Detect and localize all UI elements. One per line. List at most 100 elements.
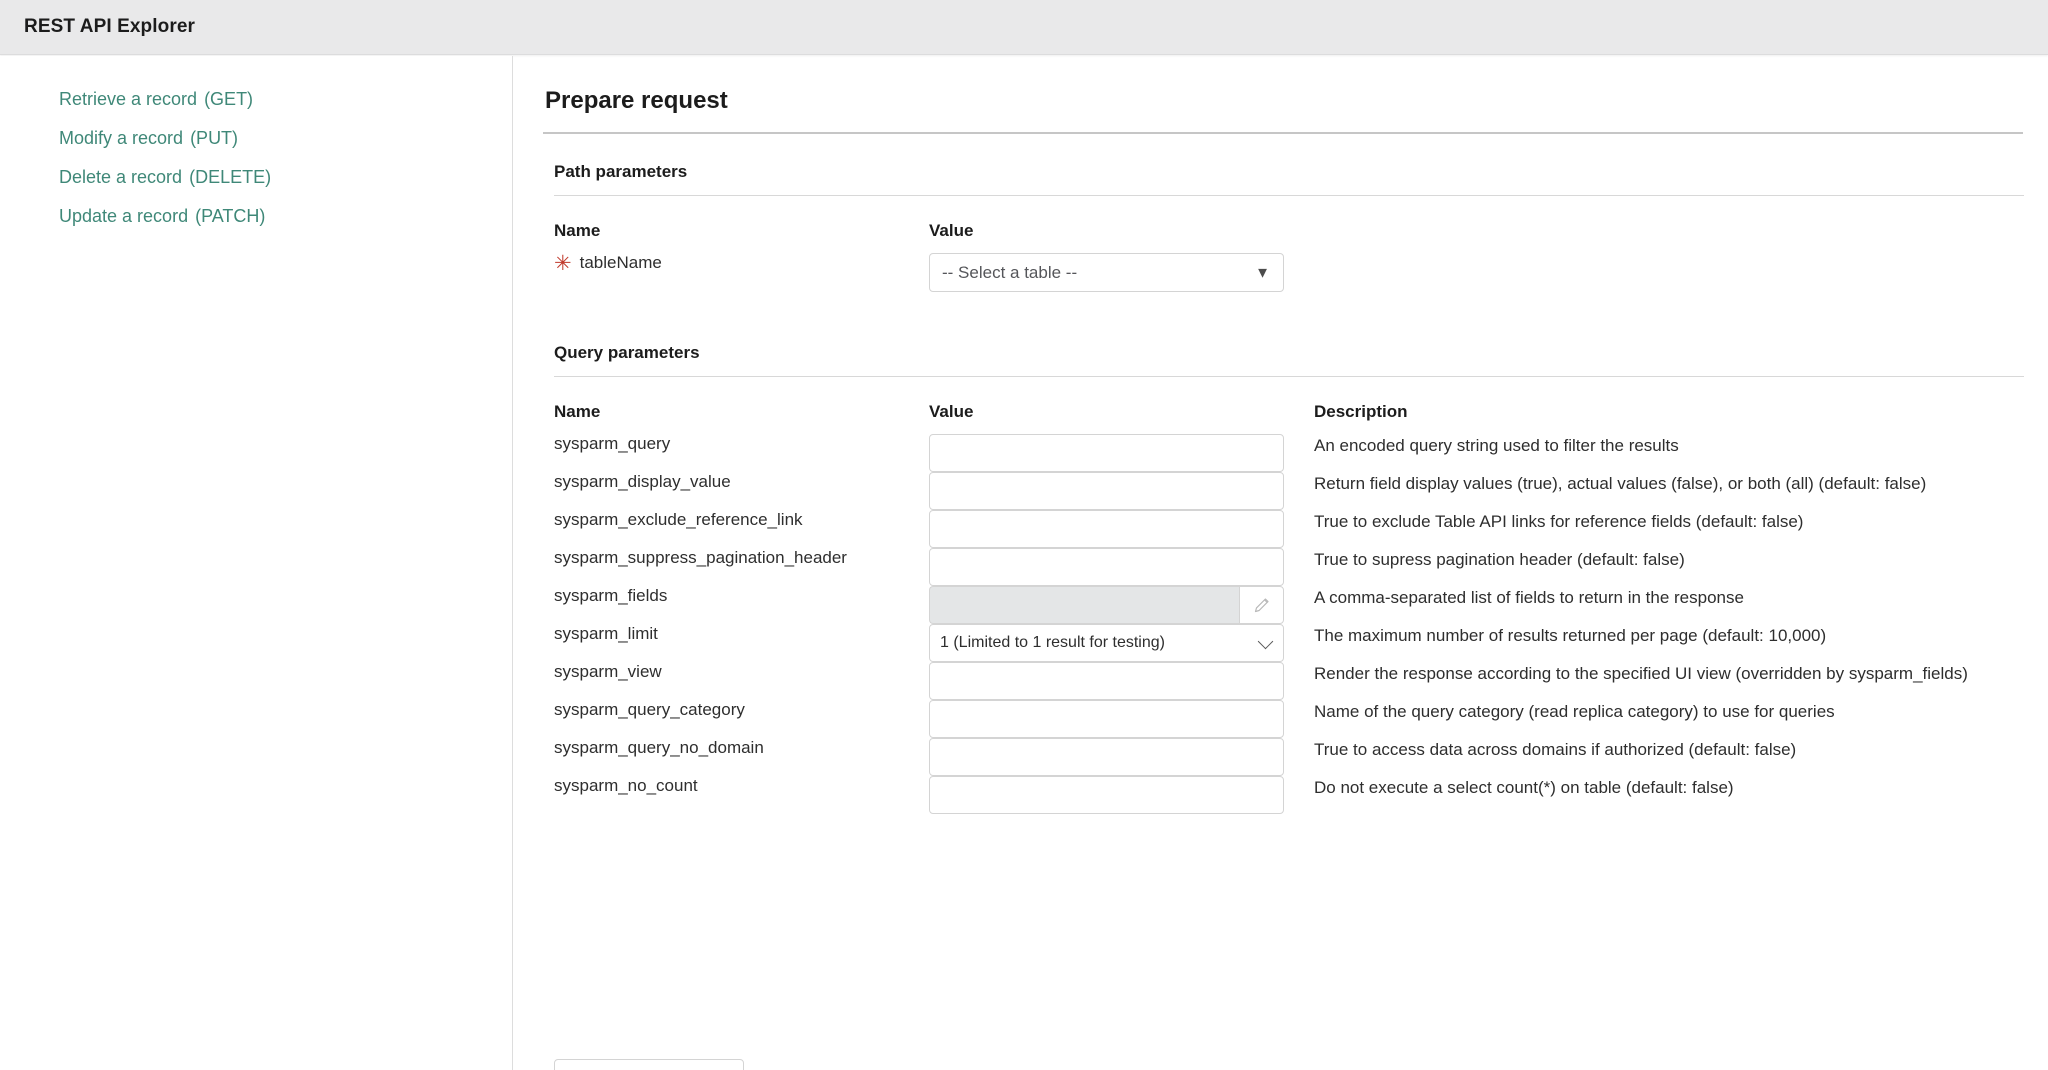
param-name-label: sysparm_query_category — [554, 700, 745, 719]
column-header-spacer — [1314, 196, 2024, 253]
tablename-select-value: -- Select a table -- — [942, 263, 1077, 282]
tablename-select[interactable]: -- Select a table -- ▼ — [929, 253, 1284, 292]
param-desc-empty-cell — [1314, 253, 2024, 315]
query-parameters-heading: Query parameters — [554, 343, 2048, 363]
param-name-label: sysparm_view — [554, 662, 662, 681]
query-parameters-body: sysparm_query An encoded query string use… — [554, 434, 2024, 814]
sidebar-item-verb: (PATCH) — [195, 206, 265, 226]
param-name-cell: sysparm_no_count — [554, 776, 929, 814]
sidebar-nav: Retrieve a record (GET) Modify a record (P… — [0, 56, 513, 1070]
sidebar-item-verb: (PUT) — [190, 128, 238, 148]
chevron-down-icon: ▼ — [1255, 265, 1270, 280]
param-value-input[interactable] — [929, 548, 1284, 586]
table-header-row: Name Value — [554, 196, 2024, 253]
sysparm-fields-group — [929, 586, 1284, 624]
table-row: sysparm_query_category Name of the query … — [554, 700, 2024, 738]
param-value-cell: 1 (Limited to 1 result for testing) — [929, 624, 1314, 662]
add-query-parameter-button[interactable]: Add query parameter — [554, 1059, 744, 1070]
sidebar-item-retrieve-a-record[interactable]: Retrieve a record (GET) — [0, 80, 512, 119]
param-description-cell: An encoded query string used to filter t… — [1314, 434, 2024, 472]
sidebar-item-verb: (GET) — [204, 89, 253, 109]
sidebar-item-label: Modify a record — [59, 128, 183, 148]
param-value-input[interactable] — [929, 738, 1284, 776]
body-wrapper: Retrieve a record (GET) Modify a record (P… — [0, 56, 2048, 1070]
param-name-cell: sysparm_fields — [554, 586, 929, 624]
sysparm-limit-select-value: 1 (Limited to 1 result for testing) — [940, 634, 1165, 651]
param-name-label: sysparm_query_no_domain — [554, 738, 764, 757]
column-header-value: Value — [929, 196, 1314, 253]
param-value-cell — [929, 662, 1314, 700]
required-asterisk-icon: ✳ — [554, 253, 572, 274]
param-value-input[interactable] — [929, 700, 1284, 738]
param-value-cell — [929, 548, 1314, 586]
sidebar-item-update-a-record[interactable]: Update a record(PATCH) — [0, 197, 512, 236]
sysparm-fields-edit-button[interactable] — [1239, 586, 1284, 624]
pencil-icon — [1252, 595, 1272, 615]
param-description-cell: Return field display values (true), actu… — [1314, 472, 2024, 510]
param-value-cell — [929, 700, 1314, 738]
path-parameters-table: Name Value ✳tableName -- Select a table … — [554, 196, 2024, 315]
table-row: ✳tableName -- Select a table -- ▼ — [554, 253, 2024, 315]
main-content: Prepare request Path parameters Name Val… — [513, 56, 2048, 1070]
table-header-row: Name Value Description — [554, 377, 2024, 434]
param-name-label: sysparm_query — [554, 434, 670, 453]
param-name-tablename-cell: ✳tableName — [554, 253, 929, 315]
param-value-cell — [929, 776, 1314, 814]
param-name-label: sysparm_limit — [554, 624, 658, 643]
table-row: sysparm_display_value Return field displa… — [554, 472, 2024, 510]
param-description-cell: True to access data across domains if au… — [1314, 738, 2024, 776]
table-row: sysparm_query_no_domain True to access da… — [554, 738, 2024, 776]
param-name-label: sysparm_fields — [554, 586, 667, 605]
sidebar-item-label: Delete a record — [59, 167, 182, 187]
column-header-name: Name — [554, 196, 929, 253]
sysparm-limit-select[interactable]: 1 (Limited to 1 result for testing) — [929, 624, 1284, 662]
param-description-cell: A comma-separated list of fields to retu… — [1314, 586, 2024, 624]
column-header-description: Description — [1314, 377, 2024, 434]
page-title: REST API Explorer — [24, 16, 195, 38]
path-parameters-heading: Path parameters — [554, 162, 2048, 182]
table-row: sysparm_exclude_reference_link True to ex… — [554, 510, 2024, 548]
param-description-cell: The maximum number of results returned p… — [1314, 624, 2024, 662]
param-name-cell: sysparm_query_no_domain — [554, 738, 929, 776]
param-value-cell — [929, 434, 1314, 472]
param-value-cell — [929, 738, 1314, 776]
param-name-cell: sysparm_view — [554, 662, 929, 700]
sidebar-item-label: Retrieve a record — [59, 89, 197, 109]
param-description-cell: True to exclude Table API links for refe… — [1314, 510, 2024, 548]
param-name-cell: sysparm_limit — [554, 624, 929, 662]
table-row: sysparm_query An encoded query string use… — [554, 434, 2024, 472]
param-value-input[interactable] — [929, 776, 1284, 814]
param-value-input[interactable] — [929, 434, 1284, 472]
chevron-down-icon — [1258, 634, 1274, 650]
table-row: sysparm_suppress_pagination_header True t… — [554, 548, 2024, 586]
param-description-cell: True to supress pagination header (defau… — [1314, 548, 2024, 586]
param-name-cell: sysparm_exclude_reference_link — [554, 510, 929, 548]
param-name-cell: sysparm_query_category — [554, 700, 929, 738]
param-name-label: sysparm_no_count — [554, 776, 698, 795]
table-row: sysparm_fields A comma-separated list of … — [554, 586, 2024, 624]
param-name-label: sysparm_exclude_reference_link — [554, 510, 803, 529]
param-description-cell: Name of the query category (read replica… — [1314, 700, 2024, 738]
column-header-name: Name — [554, 377, 929, 434]
param-value-input[interactable] — [929, 510, 1284, 548]
param-value-input[interactable] — [929, 472, 1284, 510]
param-name-label: sysparm_suppress_pagination_header — [554, 548, 847, 567]
column-header-value: Value — [929, 377, 1314, 434]
param-description-cell: Render the response according to the spe… — [1314, 662, 2024, 700]
app-header: REST API Explorer — [0, 0, 2048, 55]
table-row: sysparm_no_count Do not execute a select … — [554, 776, 2024, 814]
sidebar-item-modify-a-record[interactable]: Modify a record (PUT) — [0, 119, 512, 158]
param-value-cell — [929, 510, 1314, 548]
param-name-cell: sysparm_display_value — [554, 472, 929, 510]
prepare-request-heading: Prepare request — [545, 87, 2048, 115]
param-value-cell — [929, 586, 1314, 624]
query-parameters-table: Name Value Description sysparm_query An e… — [554, 377, 2024, 814]
sidebar-item-verb: (DELETE) — [189, 167, 271, 187]
section-divider — [543, 132, 2023, 134]
table-row: sysparm_limit 1 (Limited to 1 result for … — [554, 624, 2024, 662]
param-value-tablename-cell: -- Select a table -- ▼ — [929, 253, 1314, 315]
param-description-cell: Do not execute a select count(*) on tabl… — [1314, 776, 2024, 814]
param-name-label: sysparm_display_value — [554, 472, 731, 491]
param-value-input[interactable] — [929, 662, 1284, 700]
sidebar-item-delete-a-record[interactable]: Delete a record (DELETE) — [0, 158, 512, 197]
